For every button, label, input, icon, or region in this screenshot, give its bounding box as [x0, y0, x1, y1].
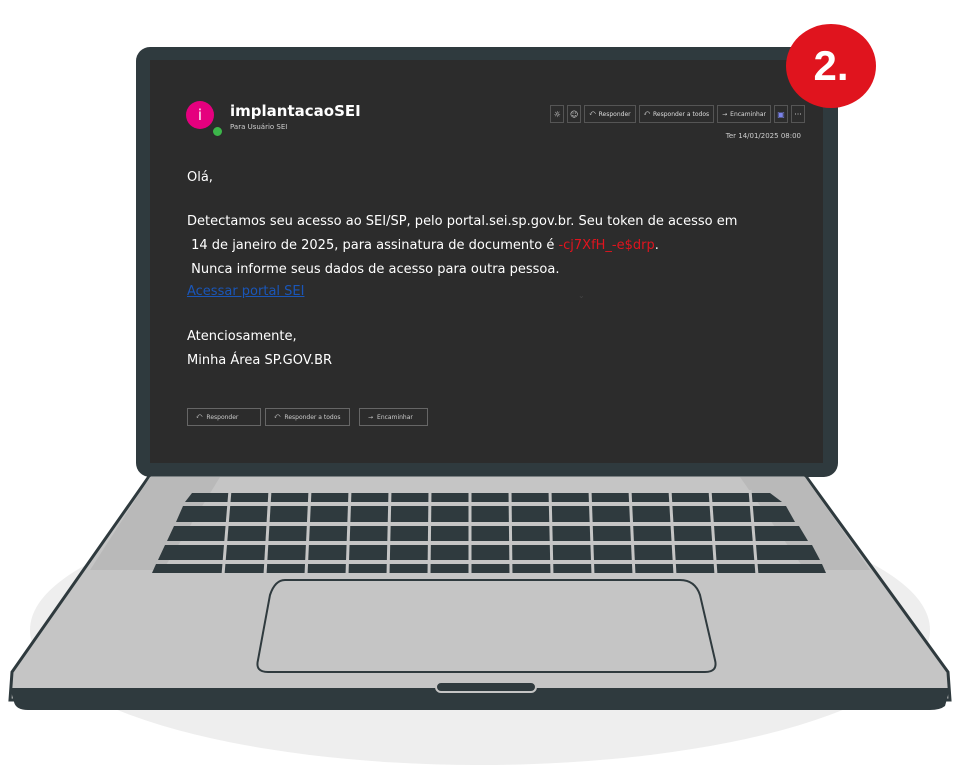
laptop-scene: i implantacaoSEI Para Usuário SEI ☼ ☺ ⤺ …: [0, 0, 955, 769]
step-badge: 2.: [786, 24, 876, 108]
lid-notch: [435, 681, 537, 693]
trackpad: [256, 579, 717, 673]
laptop-base: [8, 473, 952, 710]
